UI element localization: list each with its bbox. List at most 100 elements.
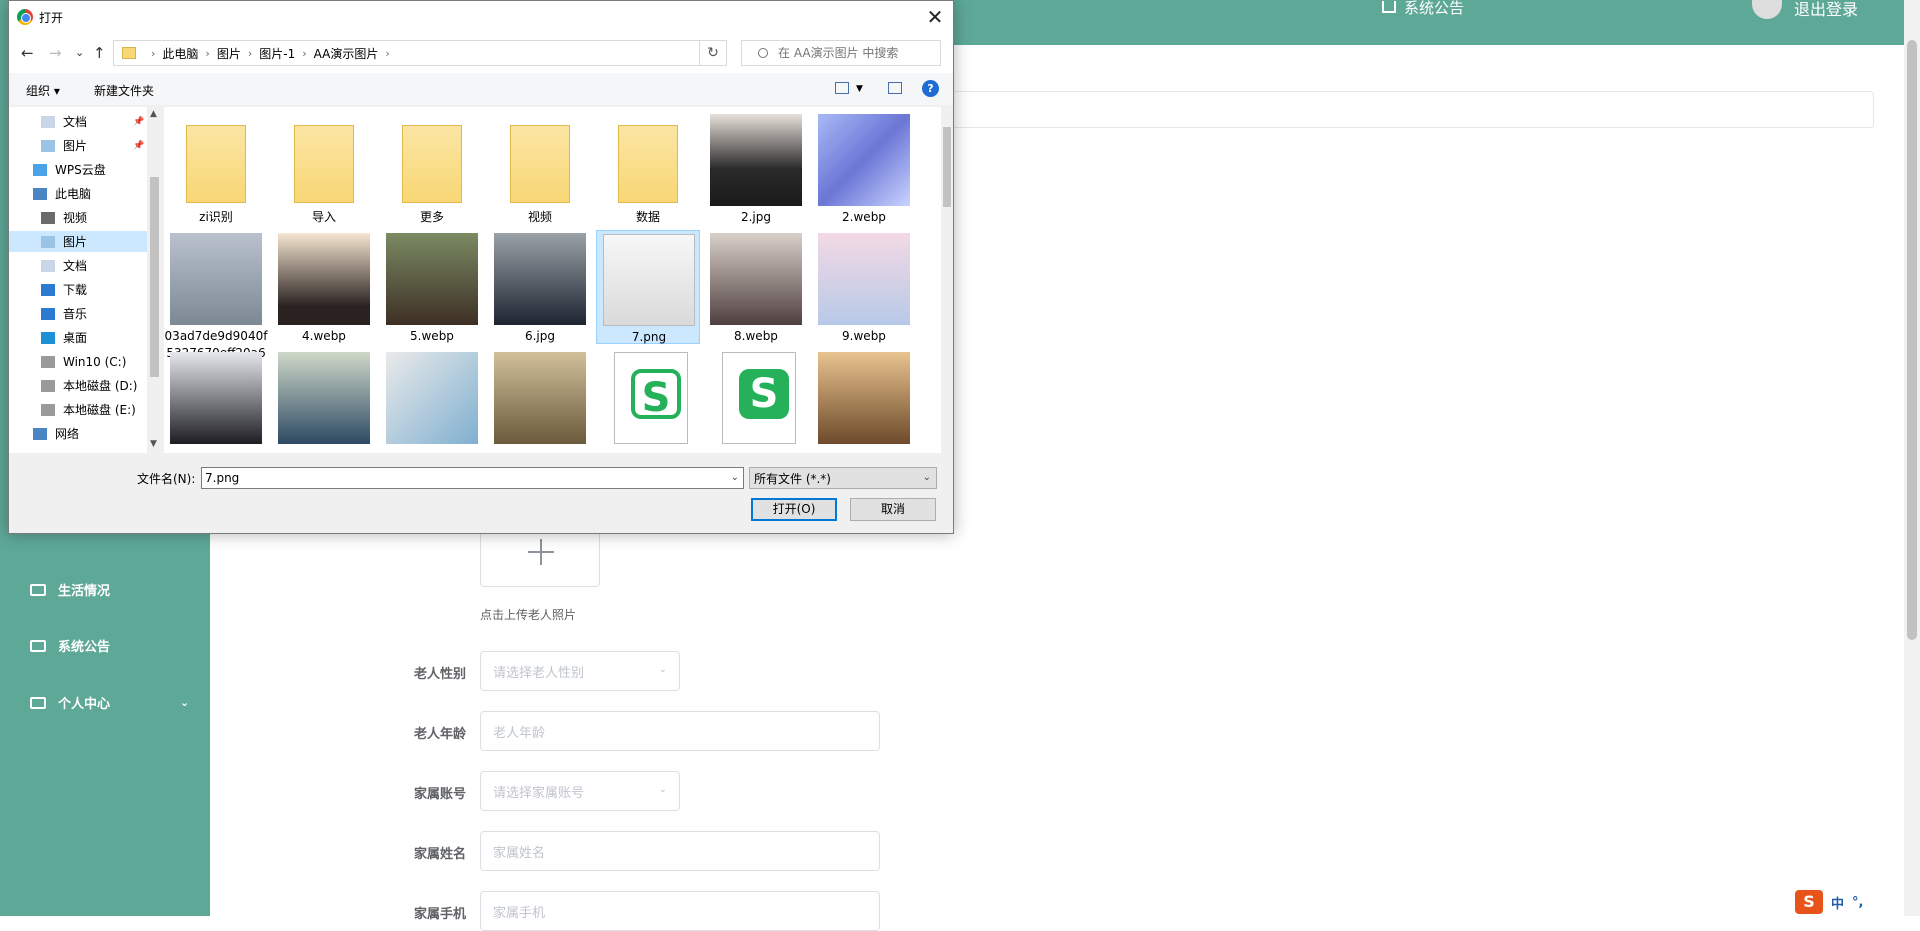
file-name-input[interactable]: 7.png ⌄	[201, 467, 744, 489]
family-phone-input[interactable]: 家属手机	[480, 891, 880, 931]
file-list-scrollbar[interactable]	[941, 107, 953, 453]
file-item[interactable]	[380, 349, 484, 453]
family-account-select[interactable]: 请选择家属账号 ⌄	[480, 771, 680, 811]
nav-item[interactable]: 音乐	[9, 303, 147, 324]
file-item[interactable]: 2.jpg	[704, 111, 808, 225]
nav-item[interactable]: 图片 📌	[9, 135, 147, 156]
nav-item[interactable]: Win10 (C:)	[9, 351, 147, 372]
header-notice-link[interactable]: 系统公告	[1382, 0, 1464, 17]
nav-item-label: 图片	[63, 235, 88, 249]
drive-icon	[41, 355, 55, 368]
close-button[interactable]: ✕	[919, 3, 951, 31]
help-button[interactable]: ?	[922, 80, 939, 97]
folder-item[interactable]: 数据	[596, 111, 700, 225]
header-notice-label: 系统公告	[1404, 0, 1465, 17]
scroll-down-icon[interactable]: ▼	[150, 439, 157, 449]
breadcrumb-item[interactable]: 图片	[217, 45, 241, 62]
wps-logo-icon: S	[739, 369, 789, 419]
new-folder-button[interactable]: 新建文件夹	[94, 82, 154, 99]
view-options-icon[interactable]	[835, 82, 849, 94]
life-icon	[30, 583, 46, 596]
breadcrumb-item[interactable]: 此电脑	[162, 45, 198, 62]
nav-item[interactable]: 下载	[9, 279, 147, 300]
folder-item[interactable]: 更多	[380, 111, 484, 225]
nav-item[interactable]: 网络	[9, 423, 147, 444]
sidebar-item-life[interactable]: 生活情况	[30, 580, 110, 599]
chevron-down-icon: ⌄	[922, 472, 931, 483]
nav-pane-scrollbar[interactable]: ▲ ▼	[147, 107, 162, 453]
nav-item[interactable]: 图片	[9, 231, 147, 252]
command-toolbar: 组织 ▾ 新建文件夹 ▼ ?	[9, 73, 953, 105]
file-item[interactable]: 9.webp	[812, 230, 916, 344]
sidebar-item-notice[interactable]: 系统公告	[30, 636, 110, 655]
nav-item-label: 图片	[63, 139, 88, 153]
back-button[interactable]: ←	[21, 44, 34, 62]
image-thumbnail	[818, 352, 910, 444]
address-bar[interactable]: › 此电脑 › 图片 › 图片-1 › AA演示图片 › ⌄	[113, 40, 723, 66]
chevron-down-icon[interactable]: ⌄	[731, 472, 739, 483]
file-name: 导入	[311, 210, 336, 224]
gender-select[interactable]: 请选择老人性别 ⌄	[480, 651, 680, 691]
file-item[interactable]	[164, 349, 268, 453]
folder-icon	[186, 125, 246, 203]
file-name: 2.jpg	[740, 210, 772, 224]
search-box[interactable]	[741, 40, 941, 66]
sidebar-item-profile[interactable]: 个人中心 ⌄	[30, 693, 189, 712]
nav-item[interactable]: 本地磁盘 (E:)	[9, 399, 147, 420]
cancel-button[interactable]: 取消	[850, 498, 936, 521]
file-item[interactable]: S	[704, 349, 808, 453]
file-name: 9.webp	[842, 329, 886, 343]
nav-item[interactable]: 视频	[9, 207, 147, 228]
organize-button[interactable]: 组织 ▾	[26, 82, 60, 99]
file-item[interactable]: 8.webp	[704, 230, 808, 344]
image-thumbnail	[494, 352, 586, 444]
forward-button[interactable]: →	[49, 44, 62, 62]
file-item[interactable]: 5.webp	[380, 230, 484, 344]
nav-item[interactable]: 本地磁盘 (D:)	[9, 375, 147, 396]
view-dropdown-icon[interactable]: ▼	[856, 84, 863, 94]
file-type-select[interactable]: 所有文件 (*.*) ⌄	[749, 467, 937, 489]
refresh-button[interactable]: ↻	[699, 40, 727, 66]
up-button[interactable]: ↑	[93, 44, 106, 62]
open-button[interactable]: 打开(O)	[751, 498, 837, 521]
nav-item[interactable]: 文档 📌	[9, 111, 147, 132]
breadcrumb-item[interactable]: 图片-1	[259, 45, 295, 62]
header-logout-link[interactable]: 退出登录	[1752, 0, 1858, 19]
nav-item[interactable]: WPS云盘	[9, 159, 147, 180]
profile-icon	[30, 696, 46, 709]
ime-tray[interactable]: S 中 °,	[1795, 890, 1863, 914]
file-item[interactable]	[272, 349, 376, 453]
file-item[interactable]: 2.webp	[812, 111, 916, 225]
search-input[interactable]	[778, 46, 928, 60]
ime-punctuation: °,	[1852, 894, 1864, 910]
chevron-down-icon: ⌄	[658, 784, 667, 795]
file-item[interactable]: 4.webp	[272, 230, 376, 344]
avatar	[1752, 0, 1782, 19]
dialog-title: 打开	[39, 11, 64, 25]
folder-item[interactable]: 导入	[272, 111, 376, 225]
family-name-input[interactable]: 家属姓名	[480, 831, 880, 871]
dialog-title-bar[interactable]: 打开 ✕	[9, 1, 953, 33]
file-item[interactable]	[812, 349, 916, 453]
scroll-up-icon[interactable]: ▲	[150, 109, 157, 119]
folder-icon	[618, 125, 678, 203]
file-item[interactable]: 7.png	[596, 230, 700, 344]
nav-item[interactable]: 文档	[9, 255, 147, 276]
folder-item[interactable]: 视频	[488, 111, 592, 225]
page-scrollbar-thumb[interactable]	[1907, 40, 1917, 640]
preview-pane-icon[interactable]	[888, 82, 902, 94]
file-item[interactable]: 6.jpg	[488, 230, 592, 344]
recent-locations-button[interactable]: ⌄	[75, 46, 84, 59]
image-thumbnail	[278, 233, 370, 325]
page-scrollbar[interactable]	[1904, 0, 1920, 916]
file-item[interactable]: 03ad7de9d9040f5327670eff20a6e13c.png	[164, 230, 268, 377]
nav-item[interactable]: 此电脑	[9, 183, 147, 204]
breadcrumb-item[interactable]: AA演示图片	[314, 45, 379, 62]
file-item[interactable]: S	[596, 349, 700, 453]
pin-icon: 📌	[133, 140, 145, 151]
file-name: 数据	[635, 210, 660, 224]
nav-item[interactable]: 桌面	[9, 327, 147, 348]
file-item[interactable]	[488, 349, 592, 453]
age-input[interactable]: 老人年龄	[480, 711, 880, 751]
folder-item[interactable]: zi识别	[164, 111, 268, 225]
